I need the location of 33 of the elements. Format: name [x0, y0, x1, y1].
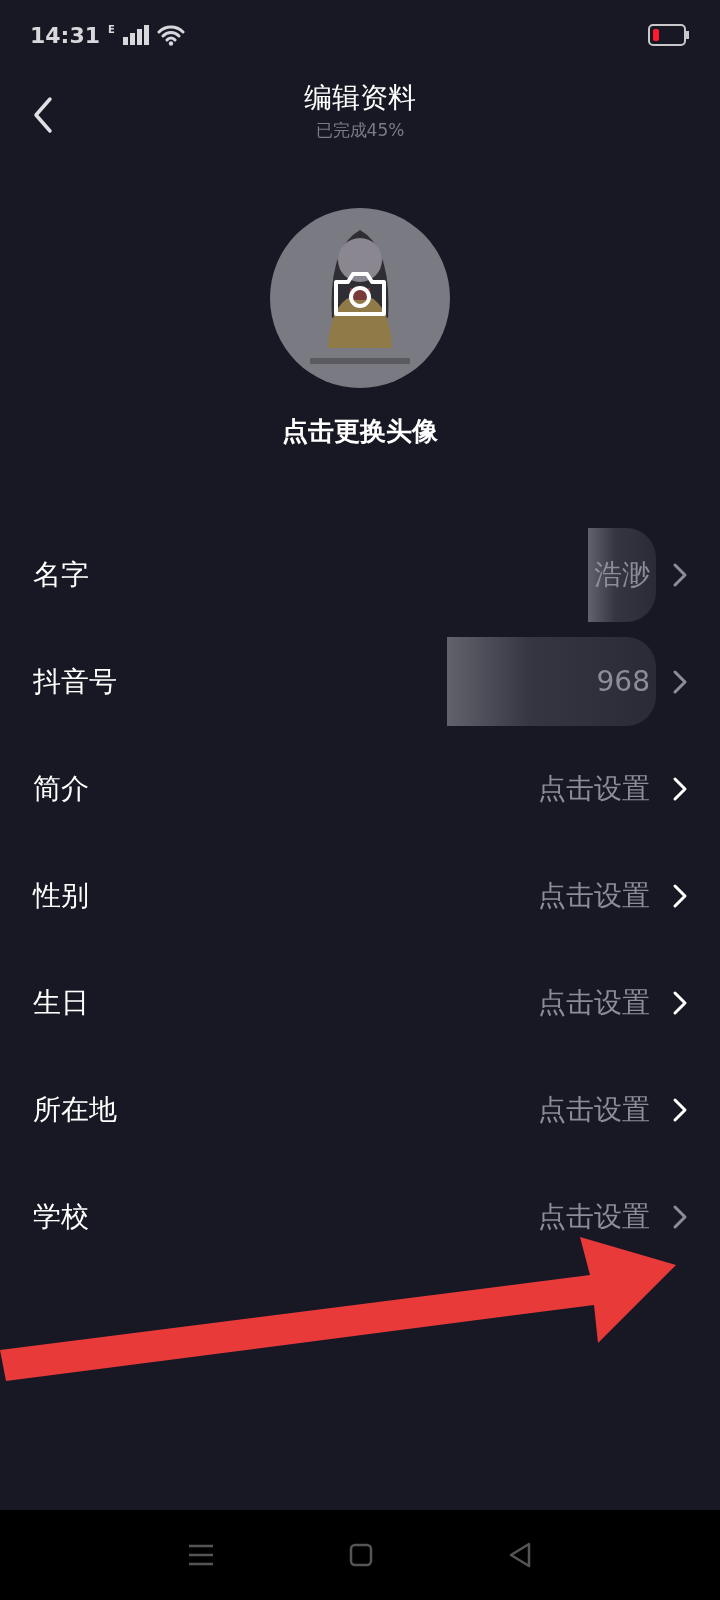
profile-row[interactable]: 学校 点击设置	[0, 1163, 720, 1270]
home-icon[interactable]	[349, 1543, 373, 1567]
field-value: 点击设置	[538, 1091, 650, 1128]
change-avatar-label: 点击更换头像	[282, 415, 438, 448]
field-value: 点击设置	[538, 1198, 650, 1235]
profile-row[interactable]: 抖音号 968	[0, 628, 720, 735]
battery-icon	[648, 24, 690, 46]
field-value: 点击设置	[538, 877, 650, 914]
network-type: E	[108, 24, 115, 35]
field-value: 浩渺	[594, 556, 650, 593]
wifi-icon	[156, 24, 185, 46]
signal-icon	[122, 25, 149, 45]
camera-icon	[332, 270, 388, 318]
field-label: 性别	[33, 877, 90, 914]
profile-row[interactable]: 生日 点击设置	[0, 949, 720, 1056]
profile-row[interactable]: 所在地 点击设置	[0, 1056, 720, 1163]
menu-icon[interactable]	[187, 1543, 214, 1567]
field-label: 抖音号	[33, 663, 118, 700]
page-title: 编辑资料	[304, 79, 416, 116]
status-time: 14:31	[30, 22, 101, 48]
completion-text: 已完成45%	[315, 118, 405, 142]
field-value: 点击设置	[538, 770, 650, 807]
field-label: 简介	[33, 770, 90, 807]
field-label: 名字	[33, 556, 90, 593]
field-label: 学校	[33, 1198, 90, 1235]
field-label: 生日	[33, 984, 90, 1021]
profile-row[interactable]: 名字 浩渺	[0, 521, 720, 628]
field-value: 点击设置	[538, 984, 650, 1021]
field-label: 所在地	[33, 1091, 118, 1128]
profile-row[interactable]: 性别 点击设置	[0, 842, 720, 949]
profile-row[interactable]: 简介 点击设置	[0, 735, 720, 842]
field-value: 968	[596, 665, 650, 698]
back-icon[interactable]	[508, 1542, 533, 1568]
